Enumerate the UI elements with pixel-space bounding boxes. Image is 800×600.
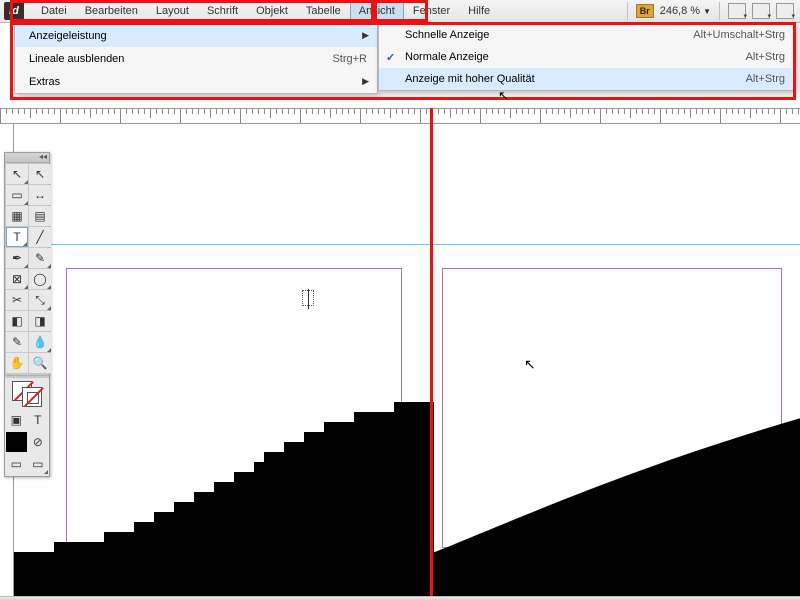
tools-panel-titlebar[interactable]: ◂◂ bbox=[5, 153, 49, 163]
menu-lineale-ausblenden[interactable]: Lineale ausblenden Strg+R bbox=[15, 47, 377, 70]
content-collector-tool[interactable]: ▦ bbox=[6, 206, 28, 226]
app-icon: Id bbox=[4, 2, 24, 20]
horizontal-scrollbar[interactable] bbox=[0, 596, 800, 600]
menu-label: Lineale ausblenden bbox=[29, 53, 332, 65]
menu-datei[interactable]: Datei bbox=[32, 2, 76, 20]
menu-bearbeiten[interactable]: Bearbeiten bbox=[76, 2, 147, 20]
submenu-schnelle-anzeige[interactable]: Schnelle Anzeige Alt+Umschalt+Strg bbox=[379, 24, 795, 46]
menu-extras[interactable]: Extras ▶ bbox=[15, 70, 377, 93]
arrange-docs-icon[interactable]: ▾ bbox=[776, 3, 794, 19]
fill-stroke-swatch[interactable] bbox=[5, 378, 49, 410]
menu-layout[interactable]: Layout bbox=[147, 2, 198, 20]
submenu-shortcut: Alt+Umschalt+Strg bbox=[693, 29, 785, 41]
submenu-label: Anzeige mit hoher Qualität bbox=[405, 73, 746, 85]
pencil-tool[interactable]: ✎ bbox=[29, 248, 51, 268]
submenu-arrow-icon: ▶ bbox=[362, 30, 369, 41]
menu-ansicht[interactable]: Ansicht bbox=[350, 2, 404, 20]
apply-color-button[interactable] bbox=[6, 432, 27, 452]
submenu-arrow-icon: ▶ bbox=[362, 76, 369, 87]
screen-mode-icon[interactable]: ▾ bbox=[752, 3, 770, 19]
free-transform-tool[interactable]: ⤡ bbox=[29, 290, 51, 310]
submenu-label: Schnelle Anzeige bbox=[405, 29, 693, 41]
zoom-level-dropdown[interactable]: 246,8 % ▼ bbox=[660, 5, 711, 17]
formatting-container-toggle[interactable]: ▣ bbox=[6, 410, 27, 430]
type-tool[interactable]: T bbox=[6, 227, 28, 247]
menu-anzeigeleistung[interactable]: Anzeigeleistung ▶ bbox=[15, 24, 377, 47]
cursor-pointer-icon: ↖ bbox=[498, 88, 509, 104]
menu-tabelle[interactable]: Tabelle bbox=[297, 2, 350, 20]
anzeigeleistung-submenu: Schnelle Anzeige Alt+Umschalt+Strg ✓ Nor… bbox=[378, 23, 796, 91]
page-tool[interactable]: ▭ bbox=[6, 185, 28, 205]
menu-shortcut: Strg+R bbox=[332, 53, 367, 65]
view-options-icon[interactable]: ▾ bbox=[728, 3, 746, 19]
text-cursor-icon bbox=[302, 290, 314, 306]
submenu-label: Normale Anzeige bbox=[405, 51, 746, 63]
zoom-tool[interactable]: 🔍 bbox=[29, 353, 51, 373]
eyedropper-tool[interactable]: 💧 bbox=[29, 332, 51, 352]
separator bbox=[627, 2, 628, 20]
formatting-text-toggle[interactable]: T bbox=[28, 410, 49, 430]
cursor-pointer-icon: ↖ bbox=[524, 356, 536, 373]
menu-objekt[interactable]: Objekt bbox=[247, 2, 297, 20]
direct-selection-tool[interactable]: ↖ bbox=[29, 164, 51, 184]
chevron-down-icon: ▼ bbox=[703, 7, 711, 16]
pen-tool[interactable]: ✒ bbox=[6, 248, 28, 268]
content-placer-tool[interactable]: ▤ bbox=[29, 206, 51, 226]
check-icon: ✓ bbox=[386, 51, 395, 64]
menu-hilfe[interactable]: Hilfe bbox=[459, 2, 499, 20]
note-tool[interactable]: ✎ bbox=[6, 332, 28, 352]
document-canvas[interactable] bbox=[14, 124, 800, 600]
submenu-shortcut: Alt+Strg bbox=[746, 51, 785, 63]
gradient-feather-tool[interactable]: ◨ bbox=[29, 311, 51, 331]
horizontal-ruler[interactable] bbox=[0, 108, 800, 124]
hand-tool[interactable]: ✋ bbox=[6, 353, 28, 373]
line-tool[interactable]: ╱ bbox=[29, 227, 51, 247]
tools-panel[interactable]: ◂◂ ↖ ↖ ▭ ↔ ▦ ▤ T ╱ ✒ ✎ ⊠ ◯ ✂ ⤡ ◧ ◨ ✎ 💧 ✋… bbox=[4, 152, 50, 477]
scissors-tool[interactable]: ✂ bbox=[6, 290, 28, 310]
bridge-button[interactable]: Br bbox=[636, 4, 654, 18]
annotation-divider bbox=[430, 108, 433, 600]
submenu-shortcut: Alt+Strg bbox=[746, 73, 785, 85]
rectangle-frame-tool[interactable]: ⊠ bbox=[6, 269, 28, 289]
guide-line[interactable] bbox=[14, 244, 800, 245]
toolbar-right: Br 246,8 % ▼ ▾ ▾ ▾ bbox=[625, 2, 800, 20]
ellipse-tool[interactable]: ◯ bbox=[29, 269, 51, 289]
gradient-swatch-tool[interactable]: ◧ bbox=[6, 311, 28, 331]
submenu-hohe-qualitaet[interactable]: Anzeige mit hoher Qualität Alt+Strg bbox=[379, 68, 795, 90]
stroke-swatch[interactable] bbox=[22, 387, 42, 407]
submenu-normale-anzeige[interactable]: ✓ Normale Anzeige Alt+Strg bbox=[379, 46, 795, 68]
menu-label: Extras bbox=[29, 76, 367, 88]
apply-none-button[interactable]: ⊘ bbox=[28, 432, 49, 452]
placed-image-high-quality bbox=[430, 284, 800, 600]
zoom-value: 246,8 % bbox=[660, 5, 700, 17]
normal-view-mode[interactable]: ▭ bbox=[6, 454, 27, 474]
menu-label: Anzeigeleistung bbox=[29, 30, 367, 42]
menu-schrift[interactable]: Schrift bbox=[198, 2, 247, 20]
separator bbox=[719, 2, 720, 20]
preview-view-mode[interactable]: ▭ bbox=[28, 454, 49, 474]
menu-fenster[interactable]: Fenster bbox=[404, 2, 459, 20]
ansicht-dropdown: Anzeigeleistung ▶ Lineale ausblenden Str… bbox=[14, 23, 378, 94]
placed-image-normal-quality bbox=[14, 282, 434, 600]
selection-tool[interactable]: ↖ bbox=[6, 164, 28, 184]
gap-tool[interactable]: ↔ bbox=[29, 185, 51, 205]
menubar: Id Datei Bearbeiten Layout Schrift Objek… bbox=[0, 0, 800, 23]
